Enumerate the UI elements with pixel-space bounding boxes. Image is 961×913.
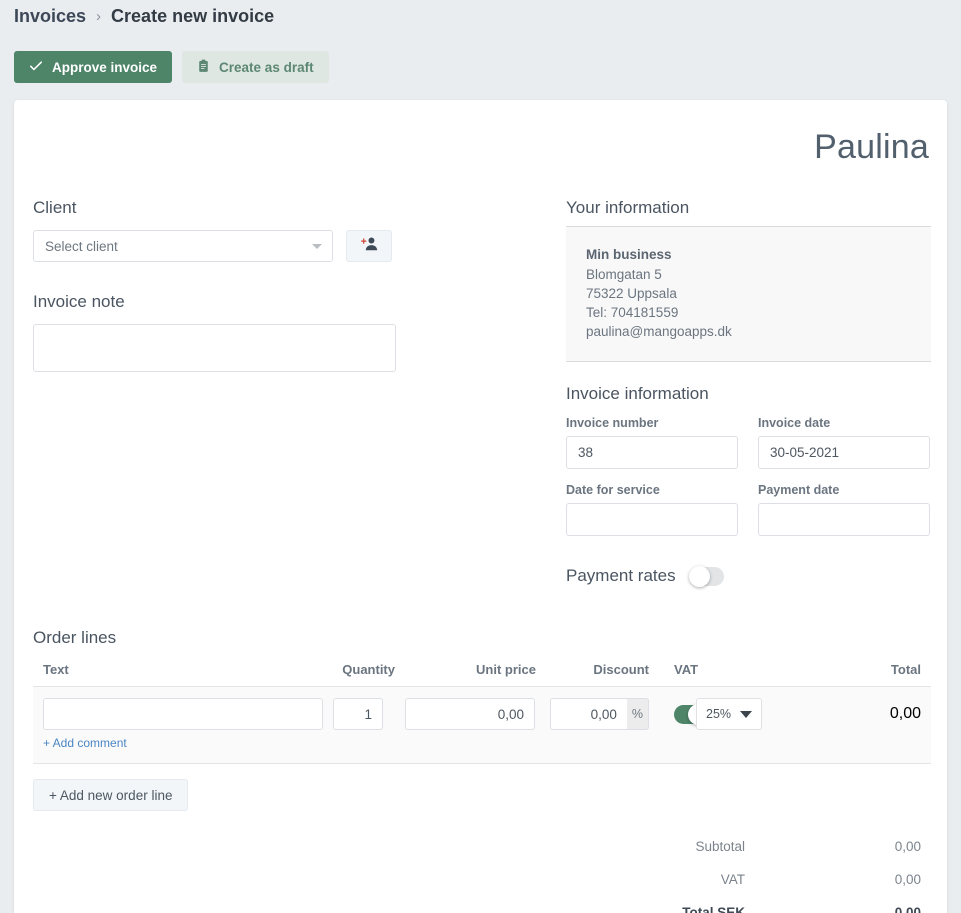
create-as-draft-button[interactable]: Create as draft [182, 51, 329, 83]
add-new-order-line-button[interactable]: + Add new order line [33, 779, 189, 811]
left-column: Client Select client Invoice note [33, 198, 453, 372]
payment-date-cell: Payment date [758, 483, 930, 536]
invoice-fields-row-2: Date for service Payment date [566, 483, 931, 536]
client-row: Select client [33, 230, 453, 262]
breadcrumb: Invoices › Create new invoice [14, 6, 274, 27]
client-heading: Client [33, 198, 77, 217]
business-email: paulina@mangoapps.dk [586, 324, 732, 339]
date-for-service-input[interactable] [566, 503, 738, 536]
order-lines-heading: Order lines [33, 628, 117, 647]
order-line-unit-price-input[interactable]: 0,00 [405, 698, 535, 730]
order-line-quantity-cell: 1 [333, 698, 405, 730]
column-header-vat: VAT [674, 662, 699, 677]
approve-invoice-button[interactable]: Approve invoice [14, 51, 173, 83]
invoice-create-page: Invoices › Create new invoice Approve in… [0, 0, 961, 913]
percent-suffix: % [626, 698, 649, 730]
invoice-number-label: Invoice number [566, 416, 659, 430]
invoice-information-heading: Invoice information [566, 384, 709, 403]
vat-total-label: VAT [720, 872, 745, 887]
breadcrumb-invoices-link[interactable]: Invoices [14, 6, 86, 27]
vat-total-value: 0,00 [894, 872, 921, 887]
page-title: Paulina [814, 128, 929, 166]
grand-total-value: 0,00 [894, 905, 921, 913]
column-header-unit-price: Unit price [476, 662, 536, 677]
breadcrumb-current: Create new invoice [111, 6, 275, 26]
invoice-card: Paulina Client Select client Invoice not… [14, 100, 947, 913]
totals-section: Subtotal 0,00 VAT 0,00 Total SEK 0,00 [33, 839, 931, 913]
business-address: Blomgatan 5 [586, 267, 662, 282]
approve-invoice-label: Approve invoice [52, 59, 158, 75]
breadcrumb-separator-icon: › [96, 8, 102, 25]
invoice-date-input[interactable]: 30-05-2021 [758, 436, 930, 469]
table-row: 1 0,00 0,00 % 25% 0,00 [33, 687, 931, 732]
discount-input-group: 0,00 % [550, 698, 649, 730]
vat-total-row: VAT 0,00 [33, 872, 931, 887]
person-add-icon [360, 236, 378, 256]
subtotal-value: 0,00 [894, 839, 921, 854]
order-line-total: 0,00 [889, 705, 921, 722]
column-header-total: Total [890, 662, 921, 677]
add-client-button[interactable] [346, 230, 392, 262]
clipboard-icon [197, 59, 210, 76]
add-comment-row: + Add comment [33, 732, 931, 764]
check-icon [29, 59, 43, 76]
business-phone: Tel: 704181559 [586, 305, 679, 320]
order-lines-section: Order lines Text Quantity Unit price Dis… [33, 628, 931, 913]
column-header-text: Text [43, 662, 69, 677]
business-name: Min business [586, 247, 672, 262]
payment-rates-label: Payment rates [566, 566, 676, 585]
order-line-vat-cell: 25% [665, 698, 775, 730]
chevron-down-icon [740, 710, 753, 718]
order-lines-header: Text Quantity Unit price Discount VAT To… [33, 662, 931, 687]
order-line-unit-price-cell: 0,00 [405, 698, 550, 730]
subtotal-label: Subtotal [695, 839, 745, 854]
business-info-panel: Min business Blomgatan 5 75322 Uppsala T… [566, 226, 931, 362]
date-for-service-cell: Date for service [566, 483, 738, 536]
create-as-draft-label: Create as draft [219, 59, 314, 75]
add-comment-link[interactable]: + Add comment [43, 736, 127, 750]
order-line-quantity-input[interactable]: 1 [333, 698, 383, 730]
vat-control: 25% [674, 698, 775, 730]
payment-rates-row: Payment rates [566, 565, 931, 587]
payment-date-label: Payment date [758, 483, 840, 497]
grand-total-label: Total SEK [682, 905, 745, 913]
business-postal-city: 75322 Uppsala [586, 286, 677, 301]
invoice-date-cell: Invoice date 30-05-2021 [758, 416, 930, 469]
invoice-number-input[interactable]: 38 [566, 436, 738, 469]
column-header-quantity: Quantity [342, 662, 395, 677]
payment-date-input[interactable] [758, 503, 930, 536]
order-line-text-input[interactable] [43, 698, 323, 730]
invoice-note-heading: Invoice note [33, 292, 125, 311]
your-information-heading: Your information [566, 198, 690, 217]
action-toolbar: Approve invoice Create as draft [14, 51, 329, 83]
payment-rates-toggle[interactable] [688, 565, 724, 587]
date-for-service-label: Date for service [566, 483, 660, 497]
order-line-text-cell [33, 698, 333, 730]
invoice-date-label: Invoice date [758, 416, 831, 430]
order-line-discount-input[interactable]: 0,00 [550, 698, 627, 730]
vat-rate-select[interactable]: 25% [696, 698, 763, 730]
invoice-note-input[interactable] [33, 324, 396, 372]
subtotal-row: Subtotal 0,00 [33, 839, 931, 854]
client-select[interactable]: Select client [33, 230, 333, 262]
column-header-discount: Discount [593, 662, 649, 677]
grand-total-row: Total SEK 0,00 [33, 905, 931, 913]
invoice-fields-row-1: Invoice number 38 Invoice date 30-05-202… [566, 416, 931, 469]
invoice-number-cell: Invoice number 38 [566, 416, 738, 469]
chevron-down-icon [312, 244, 322, 249]
vat-rate-value: 25% [706, 707, 732, 721]
right-column: Your information Min business Blomgatan … [566, 198, 931, 587]
order-line-discount-cell: 0,00 % [550, 698, 665, 730]
client-select-value: Select client [45, 238, 118, 254]
payment-rates-toggle-knob [688, 565, 710, 587]
